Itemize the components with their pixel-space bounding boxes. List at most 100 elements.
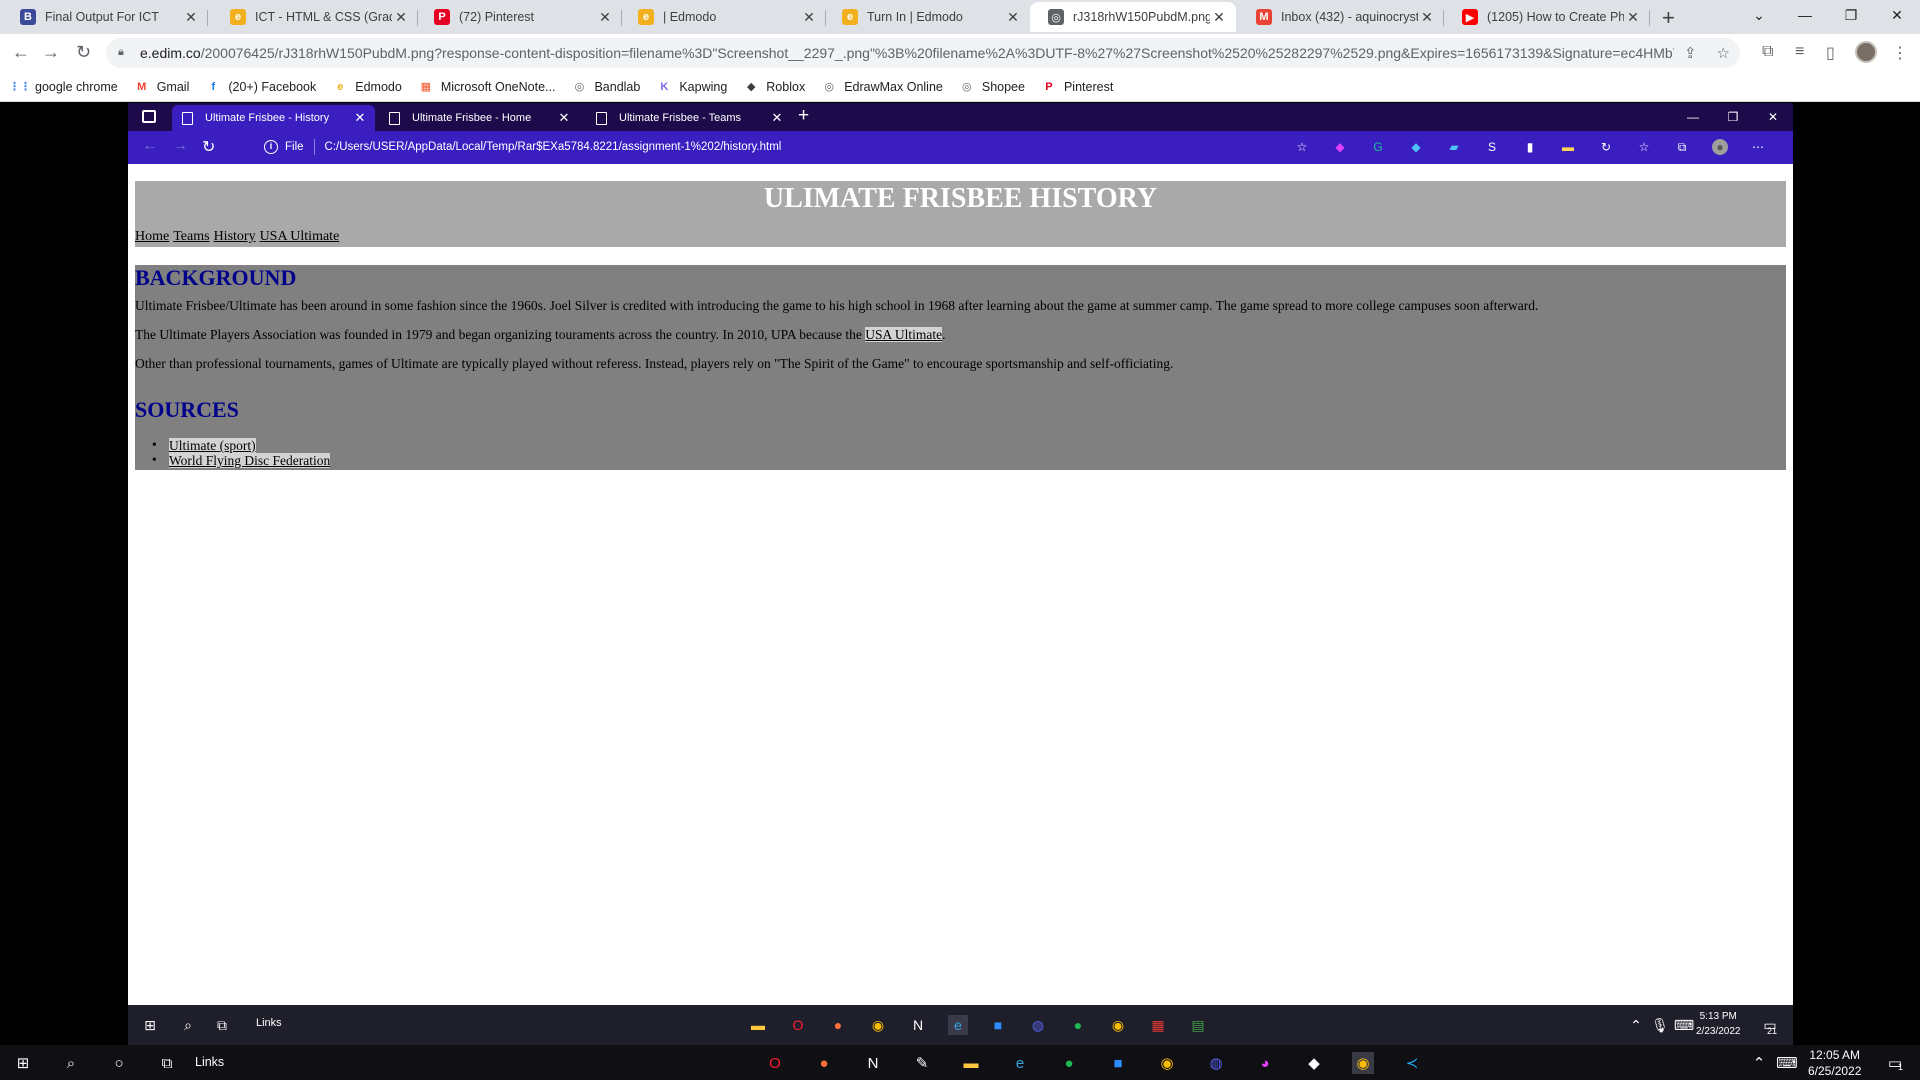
edge-tab-teams[interactable]: Ultimate Frisbee - Teams ✕ — [586, 105, 792, 131]
chrome-icon[interactable]: ◉ — [868, 1015, 888, 1035]
chrome-tab[interactable]: ▶ (1205) How to Create Phot ✕ — [1444, 2, 1650, 32]
close-tab-icon[interactable]: ✕ — [392, 9, 410, 26]
file-explorer-icon[interactable]: ▬ — [960, 1052, 982, 1074]
chrome-icon[interactable]: ◉ — [1156, 1052, 1178, 1074]
side-panel-icon[interactable]: ▯ — [1826, 43, 1835, 63]
windows-start-icon[interactable]: ⊞ — [12, 1052, 34, 1074]
reload-button[interactable]: ↻ — [76, 42, 91, 63]
close-window-button[interactable]: ✕ — [1753, 103, 1793, 131]
search-icon[interactable]: ⌕ — [178, 1015, 198, 1035]
close-tab-icon[interactable]: ✕ — [800, 9, 818, 26]
back-button[interactable]: ← — [142, 137, 158, 155]
nav-link-usa-ultimate[interactable]: USA Ultimate — [260, 229, 340, 244]
firefox-icon[interactable]: ● — [813, 1052, 835, 1074]
usa-ultimate-link[interactable]: USA Ultimate — [865, 327, 943, 342]
close-tab-icon[interactable]: ✕ — [770, 110, 784, 126]
nav-link-teams[interactable]: Teams — [173, 229, 209, 244]
settings-menu-icon[interactable]: ⋯ — [1750, 139, 1766, 155]
opera-icon[interactable]: O — [764, 1052, 786, 1074]
bookmark-item[interactable]: P Pinterest — [1041, 79, 1113, 95]
opera-icon[interactable]: O — [788, 1015, 808, 1035]
new-tab-button[interactable]: + — [1662, 5, 1675, 31]
favorite-star-icon[interactable]: ☆ — [1294, 139, 1310, 155]
notion-icon[interactable]: N — [908, 1015, 928, 1035]
nav-link-home[interactable]: Home — [135, 229, 169, 244]
close-window-button[interactable]: ✕ — [1874, 0, 1920, 30]
refresh-extension-icon[interactable]: ↻ — [1598, 139, 1614, 155]
system-clock[interactable]: 12:05 AM 6/25/2022 — [1808, 1047, 1861, 1079]
edge-tab-history[interactable]: Ultimate Frisbee - History ✕ — [172, 105, 375, 131]
forward-button[interactable]: → — [42, 42, 60, 63]
close-tab-icon[interactable]: ✕ — [596, 9, 614, 26]
close-tab-icon[interactable]: ✕ — [1418, 9, 1436, 26]
profile-avatar[interactable] — [1855, 41, 1877, 63]
microphone-icon[interactable]: 🎙︎ — [1650, 1015, 1670, 1035]
close-tab-icon[interactable]: ✕ — [1624, 9, 1642, 26]
minimize-button[interactable]: — — [1673, 103, 1713, 131]
keyboard-icon[interactable]: ⌨ — [1674, 1015, 1694, 1035]
close-tab-icon[interactable]: ✕ — [182, 9, 200, 26]
task-view-icon[interactable]: ⧉ — [156, 1052, 178, 1074]
tab-actions-icon[interactable] — [142, 110, 156, 123]
bookmark-item[interactable]: e Edmodo — [332, 79, 402, 95]
chevron-up-icon[interactable]: ⌃ — [1748, 1052, 1770, 1074]
cortana-icon[interactable]: ○ — [108, 1052, 130, 1074]
chrome-menu-icon[interactable]: ⋮ — [1892, 43, 1908, 63]
share-icon[interactable]: ⇪ — [1684, 44, 1697, 62]
close-tab-icon[interactable]: ✕ — [353, 110, 367, 126]
collections-icon[interactable]: ⧉ — [1674, 139, 1690, 155]
discord-icon[interactable]: ◍ — [1028, 1015, 1048, 1035]
source-link-ultimate-sport[interactable]: Ultimate (sport) — [169, 438, 256, 453]
forward-button[interactable]: → — [172, 137, 188, 155]
edge-icon[interactable]: e — [1009, 1052, 1031, 1074]
chrome-tab[interactable]: B Final Output For ICT ✕ — [2, 2, 208, 32]
extension-icon[interactable]: ◆ — [1408, 139, 1424, 155]
chrome-tab[interactable]: ◎ rJ318rhW150PubdM.png (✕ — [1030, 2, 1236, 32]
extensions-icon[interactable]: ⧉ — [1762, 43, 1773, 61]
extension-icon[interactable]: ▬ — [1560, 139, 1576, 155]
task-view-icon[interactable]: ⧉ — [212, 1015, 232, 1035]
bookmark-item[interactable]: ◎ EdrawMax Online — [821, 79, 942, 95]
bookmark-item[interactable]: ◎ Bandlab — [571, 79, 641, 95]
favorites-icon[interactable]: ☆ — [1636, 139, 1652, 155]
chrome-tab[interactable]: M Inbox (432) - aquinocrysta ✕ — [1238, 2, 1444, 32]
file-explorer-icon[interactable]: ▬ — [748, 1015, 768, 1035]
search-icon[interactable]: ⌕ — [60, 1052, 82, 1074]
address-bar[interactable]: 🔒︎ e.edim.co/200076425/rJ318rhW150PubdM.… — [106, 38, 1740, 68]
chrome-tab[interactable]: P (72) Pinterest ✕ — [416, 2, 622, 32]
system-clock[interactable]: 5:13 PM 2/23/2022 — [1696, 1009, 1741, 1039]
keyboard-icon[interactable]: ⌨ — [1776, 1052, 1798, 1074]
extension-icon[interactable]: S — [1484, 139, 1500, 155]
roblox-icon[interactable]: ◆ — [1303, 1052, 1325, 1074]
close-tab-icon[interactable]: ✕ — [1004, 9, 1022, 26]
close-tab-icon[interactable]: ✕ — [557, 110, 571, 126]
extension-icon[interactable]: ▮ — [1522, 139, 1538, 155]
grammarly-icon[interactable]: G — [1370, 139, 1386, 155]
edge-tab-home[interactable]: Ultimate Frisbee - Home ✕ — [379, 105, 579, 131]
back-button[interactable]: ← — [12, 42, 30, 63]
close-tab-icon[interactable]: ✕ — [1210, 9, 1228, 26]
nav-link-history[interactable]: History — [214, 229, 256, 244]
source-link-wfdf[interactable]: World Flying Disc Federation — [169, 453, 331, 468]
restore-button[interactable]: ❐ — [1713, 103, 1753, 131]
chrome-icon[interactable]: ◉ — [1108, 1015, 1128, 1035]
extension-icon[interactable]: ◆ — [1332, 139, 1348, 155]
profile-icon[interactable]: ● — [1712, 139, 1728, 155]
inkscape-icon[interactable]: ✎ — [911, 1052, 933, 1074]
edge-icon[interactable]: e — [948, 1015, 968, 1035]
chrome-tab[interactable]: eICT - HTML & CSS (Grade 8✕ — [212, 2, 418, 32]
bookmark-item[interactable]: ⋮⋮ google chrome — [9, 79, 118, 95]
messenger-icon[interactable]: ◕ — [1254, 1052, 1276, 1074]
firefox-icon[interactable]: ● — [828, 1015, 848, 1035]
spotify-icon[interactable]: ● — [1058, 1052, 1080, 1074]
vscode-icon[interactable]: ≺ — [1401, 1052, 1423, 1074]
lock-icon[interactable]: 🔒︎ — [118, 46, 130, 60]
extension-icon[interactable]: ▰ — [1446, 139, 1462, 155]
bookmark-star-icon[interactable]: ☆ — [1717, 44, 1730, 62]
app-icon[interactable]: ▤ — [1188, 1015, 1208, 1035]
bookmark-item[interactable]: ◆ Roblox — [743, 79, 805, 95]
url-text[interactable]: C:/Users/USER/AppData/Local/Temp/Rar$EXa… — [325, 141, 782, 153]
bookmark-item[interactable]: f (20+) Facebook — [205, 79, 317, 95]
bookmark-item[interactable]: ◎ Shopee — [959, 79, 1025, 95]
address-bar[interactable]: i File C:/Users/USER/AppData/Local/Temp/… — [264, 136, 781, 158]
